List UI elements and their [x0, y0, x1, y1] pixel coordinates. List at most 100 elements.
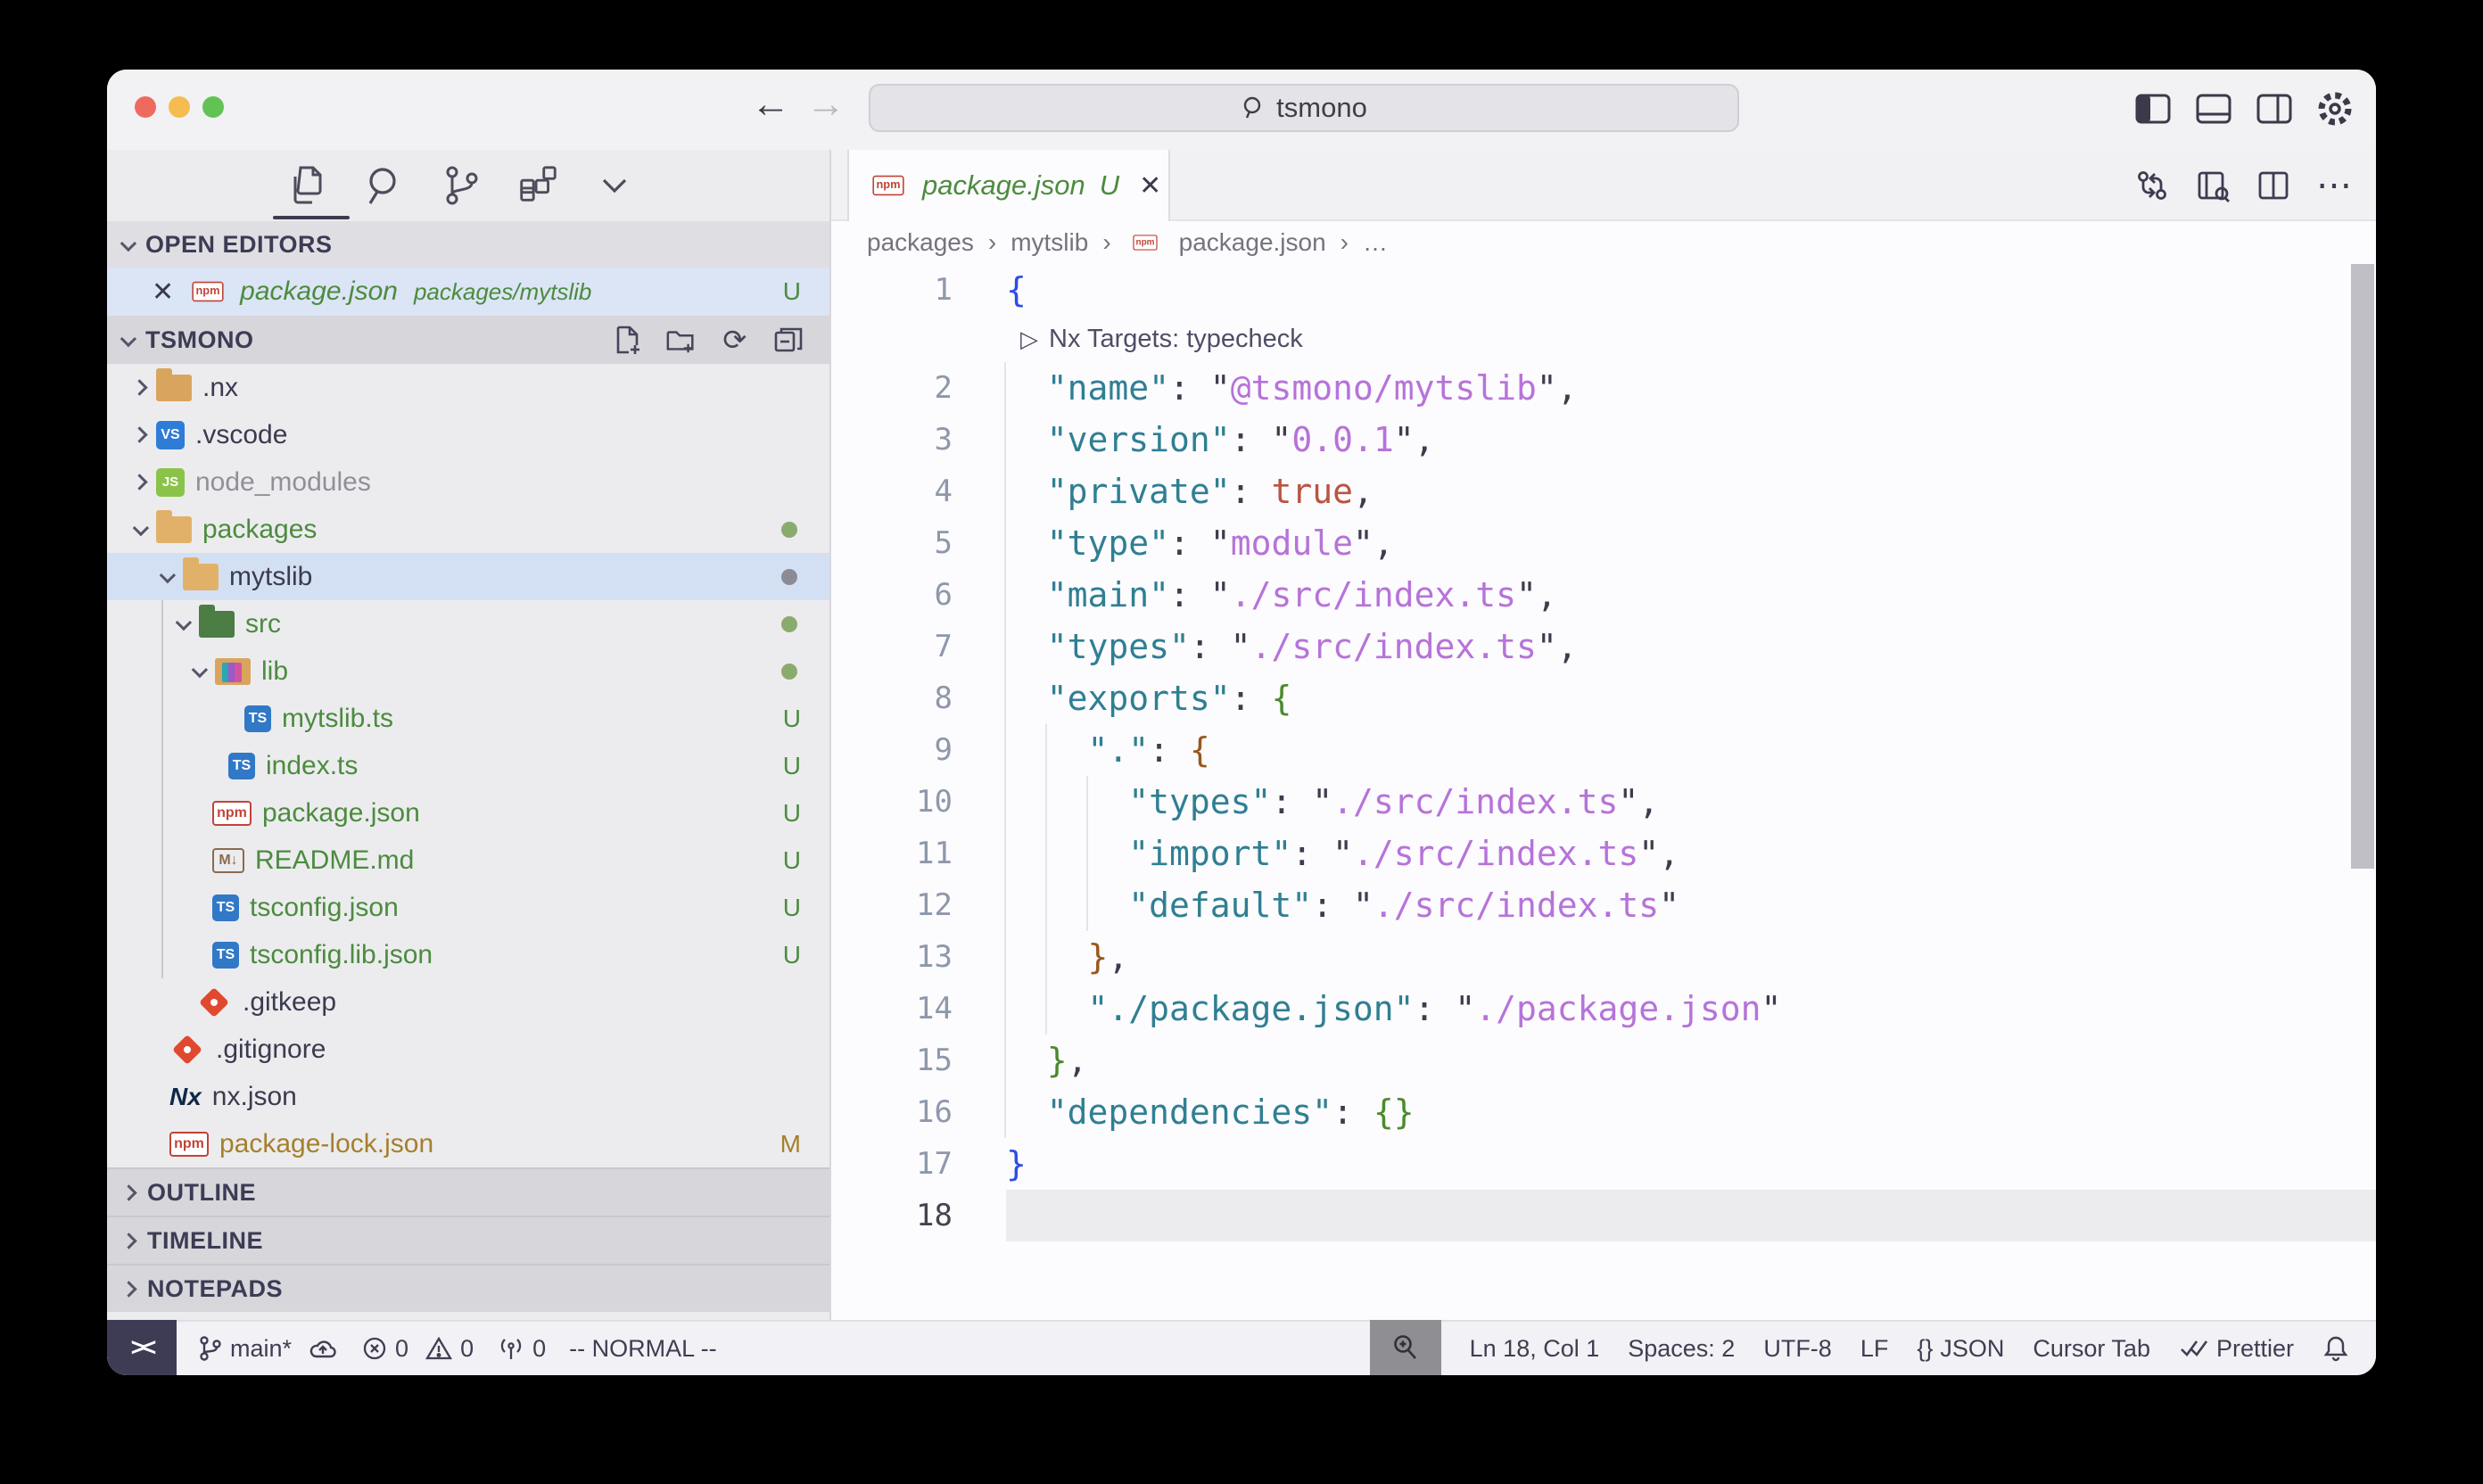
maximize-traffic-light[interactable] [202, 96, 224, 118]
code-line-13[interactable]: 13 }, [831, 931, 2376, 983]
tree-item-lib[interactable]: lib [107, 647, 829, 695]
code-token: : " [1231, 420, 1292, 459]
scrollbar-thumb[interactable] [2351, 264, 2374, 869]
navigate-forward-button[interactable]: → [799, 82, 853, 127]
encoding-item[interactable]: UTF-8 [1763, 1335, 1832, 1363]
breadcrumb-item[interactable]: package.json [1179, 228, 1326, 257]
code-line-17[interactable]: 17} [831, 1138, 2376, 1190]
git-status-badge: U [783, 752, 801, 780]
new-folder-icon[interactable] [665, 324, 697, 356]
git-branch-item[interactable]: main* [196, 1334, 338, 1363]
codelens-row: ▷Nx Targets: typecheck [831, 316, 2376, 362]
workspace-folder-header[interactable]: TSMONO ⟳ [107, 316, 829, 364]
tree-item-packages[interactable]: packages [107, 506, 829, 553]
tab-close-icon[interactable]: ✕ [1139, 170, 1161, 202]
toggle-secondary-sidebar-icon[interactable] [2253, 87, 2296, 130]
split-editor-icon[interactable] [2255, 167, 2292, 204]
line-number: 7 [831, 629, 953, 664]
remote-indicator[interactable]: >< [107, 1320, 177, 1375]
code-line-1[interactable]: 1{ [831, 264, 2376, 316]
tree-item-nx-json[interactable]: Nxnx.json [107, 1073, 829, 1120]
tree-item--vscode[interactable]: VS.vscode [107, 411, 829, 458]
ts-icon: TS [212, 895, 239, 921]
tree-item-src[interactable]: src [107, 600, 829, 647]
code-line-content: ".": { [1006, 724, 2376, 776]
code-line-12[interactable]: 12 "default": "./src/index.ts" [831, 879, 2376, 931]
code-line-18[interactable]: 18 [831, 1190, 2376, 1241]
code-line-8[interactable]: 8 "exports": { [831, 672, 2376, 724]
ports-item[interactable]: 0 [497, 1335, 546, 1363]
tree-item-package-lock-json[interactable]: npmpackage-lock.jsonM [107, 1120, 829, 1167]
close-icon[interactable]: ✕ [152, 276, 174, 308]
tab-package-json[interactable]: npm package.json U ✕ [847, 150, 1170, 221]
code-line-10[interactable]: 10 "types": "./src/index.ts", [831, 776, 2376, 828]
eol-item[interactable]: LF [1860, 1335, 1889, 1363]
code-line-16[interactable]: 16 "dependencies": {} [831, 1086, 2376, 1138]
code-line-4[interactable]: 4 "private": true, [831, 466, 2376, 517]
code-line-14[interactable]: 14 "./package.json": "./package.json" [831, 983, 2376, 1035]
tree-item-node-modules[interactable]: JSnode_modules [107, 458, 829, 506]
chevron-right-icon [120, 1184, 136, 1200]
code-line-15[interactable]: 15 }, [831, 1035, 2376, 1086]
source-control-view-icon[interactable] [439, 163, 483, 208]
tree-item-mytslib[interactable]: mytslib [107, 553, 829, 600]
codelens[interactable]: ▷Nx Targets: typecheck [1020, 325, 1303, 354]
section-header-notepads[interactable]: NOTEPADS [107, 1264, 829, 1312]
new-file-icon[interactable] [612, 324, 644, 356]
explorer-view-icon[interactable] [285, 163, 330, 208]
problems-item[interactable]: 0 0 [361, 1335, 474, 1363]
vim-mode-item[interactable]: -- NORMAL -- [569, 1335, 716, 1363]
collapse-folders-icon[interactable] [772, 324, 804, 356]
settings-gear-icon[interactable] [2314, 87, 2356, 130]
close-traffic-light[interactable] [135, 96, 156, 118]
open-editors-header[interactable]: OPEN EDITORS [107, 221, 829, 268]
language-mode-item[interactable]: {} JSON [1917, 1335, 2004, 1363]
git-status-badge: M [780, 1130, 801, 1158]
search-view-icon[interactable] [362, 163, 407, 208]
compare-changes-icon[interactable] [2133, 167, 2171, 204]
command-center-search[interactable]: tsmono [869, 84, 1739, 132]
formatter-item[interactable]: Prettier [2179, 1335, 2294, 1363]
breadcrumb-item[interactable]: mytslib [1011, 228, 1088, 257]
minimize-traffic-light[interactable] [169, 96, 190, 118]
code-line-9[interactable]: 9 ".": { [831, 724, 2376, 776]
chevron-right-icon [120, 1233, 136, 1249]
more-actions-icon[interactable]: ⋯ [2315, 167, 2353, 204]
extensions-view-icon[interactable] [516, 163, 560, 208]
navigate-back-button[interactable]: ← [744, 82, 797, 127]
code-line-2[interactable]: 2 "name": "@tsmono/mytslib", [831, 362, 2376, 414]
indentation-item[interactable]: Spaces: 2 [1628, 1335, 1735, 1363]
toggle-primary-sidebar-icon[interactable] [2132, 87, 2174, 130]
line-number: 14 [831, 991, 953, 1026]
section-header-timeline[interactable]: TIMELINE [107, 1216, 829, 1264]
toggle-panel-icon[interactable] [2192, 87, 2235, 130]
tree-item-package-json[interactable]: npmpackage.jsonU [107, 789, 829, 837]
npm-icon: npm [169, 1132, 209, 1157]
screencast-zoom-box[interactable] [1370, 1320, 1441, 1375]
cursor-tab-item[interactable]: Cursor Tab [2033, 1335, 2150, 1363]
code-line-11[interactable]: 11 "import": "./src/index.ts", [831, 828, 2376, 879]
breadcrumb-item[interactable]: packages [867, 228, 974, 257]
code-line-3[interactable]: 3 "version": "0.0.1", [831, 414, 2376, 466]
code-line-6[interactable]: 6 "main": "./src/index.ts", [831, 569, 2376, 621]
cursor-position-item[interactable]: Ln 18, Col 1 [1470, 1335, 1600, 1363]
breadcrumb-item[interactable]: … [1363, 228, 1388, 257]
tree-item-tsconfig-lib-json[interactable]: TStsconfig.lib.jsonU [107, 931, 829, 978]
tree-item-tsconfig-json[interactable]: TStsconfig.jsonU [107, 884, 829, 931]
notifications-bell-icon[interactable] [2322, 1334, 2349, 1363]
code-line-7[interactable]: 7 "types": "./src/index.ts", [831, 621, 2376, 672]
code-token: : " [1415, 989, 1476, 1028]
tree-item-index-ts[interactable]: TSindex.tsU [107, 742, 829, 789]
code-editor[interactable]: 1{ ▷Nx Targets: typecheck 2 "name": "@tsmo… [831, 264, 2376, 1320]
more-views-chevron-icon[interactable] [592, 163, 637, 208]
open-changes-preview-icon[interactable] [2194, 167, 2231, 204]
tree-item-readme-md[interactable]: M↓README.mdU [107, 837, 829, 884]
refresh-icon[interactable]: ⟳ [719, 324, 751, 356]
tree-item--gitignore[interactable]: .gitignore [107, 1026, 829, 1073]
code-line-5[interactable]: 5 "type": "module", [831, 517, 2376, 569]
tree-item--nx[interactable]: .nx [107, 364, 829, 411]
tree-item-mytslib-ts[interactable]: TSmytslib.tsU [107, 695, 829, 742]
tree-item--gitkeep[interactable]: .gitkeep [107, 978, 829, 1026]
section-header-outline[interactable]: OUTLINE [107, 1167, 829, 1216]
open-editor-item[interactable]: ✕ npm package.json packages/mytslib U [107, 268, 829, 316]
